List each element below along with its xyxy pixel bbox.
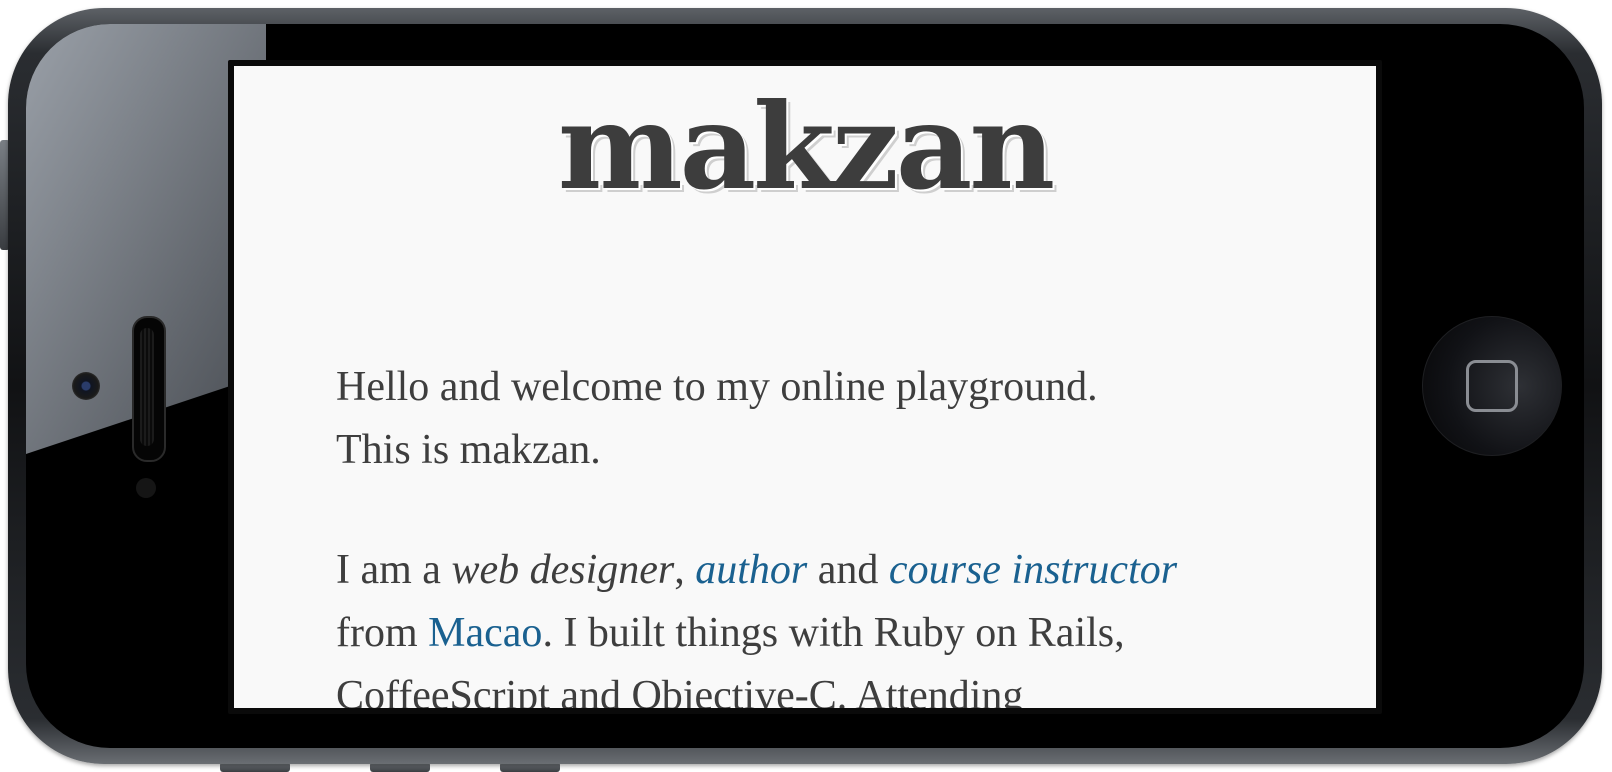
- speaker-grill: [140, 328, 154, 446]
- bio-line-3: CoffeeScript and Objective-C. Attending: [336, 673, 1024, 708]
- intro-line-1: Hello and welcome to my online playgroun…: [336, 364, 1098, 410]
- phone-screen: makzan Hello and welcome to my online pl…: [234, 66, 1376, 708]
- home-button[interactable]: [1422, 316, 1562, 456]
- proximity-sensor: [136, 478, 156, 498]
- device-stage: makzan Hello and welcome to my online pl…: [0, 0, 1612, 772]
- site-title[interactable]: makzan: [234, 88, 1376, 206]
- bio-prefix: I am a: [336, 547, 452, 593]
- intro-line-2: This is makzan.: [336, 427, 601, 473]
- macao-link[interactable]: Macao: [428, 610, 542, 656]
- intro-paragraph: Hello and welcome to my online playgroun…: [336, 356, 1276, 482]
- course-instructor-link[interactable]: course instructor: [889, 547, 1177, 593]
- bio-comma: ,: [674, 547, 696, 593]
- bio-from: from: [336, 610, 429, 656]
- front-camera-icon: [72, 372, 100, 400]
- home-square-icon: [1466, 360, 1518, 412]
- role-web-designer: web designer: [451, 547, 675, 593]
- earpiece-speaker-icon: [132, 316, 166, 462]
- author-link[interactable]: author: [695, 547, 807, 593]
- bio-paragraph: I am a web designer, author and course i…: [336, 539, 1276, 708]
- bio-and: and: [807, 547, 889, 593]
- bio-after-macao: . I built things with Ruby on Rails,: [542, 610, 1125, 656]
- page-content: Hello and welcome to my online playgroun…: [336, 356, 1276, 708]
